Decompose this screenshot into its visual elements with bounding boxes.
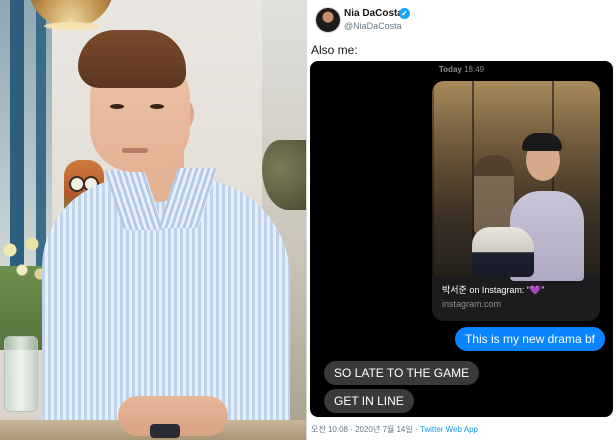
link-preview-image [432,81,600,281]
imessage-screenshot[interactable]: Today 18:49 박서준 on Instagram: “💜” instag… [310,61,613,417]
person-hat [522,133,562,151]
received-message-bubble[interactable]: GET IN LINE [324,389,414,413]
author-avatar[interactable] [315,7,341,33]
lamp-glow [44,22,100,30]
bag [472,227,534,277]
author-handle[interactable]: @NiaDaCosta [344,21,402,31]
tweet-text: Also me: [311,43,358,57]
link-title-text: 박서준 on Instagram: “ [442,285,530,295]
reflection-person [474,155,514,235]
received-message-bubble[interactable]: SO LATE TO THE GAME [324,361,480,385]
link-preview-domain: instagram.com [442,299,502,309]
link-preview-title: 박서준 on Instagram: “💜” [442,283,544,296]
mouth [122,148,148,153]
link-title-suffix: ” [541,285,545,295]
purple-heart-icon: 💜 [529,285,542,295]
sent-message-bubble[interactable]: This is my new drama bf [454,327,605,351]
tweet-card: Nia DaCosta ✓ @NiaDaCosta Also me: Today… [307,0,616,440]
tweet-source-link[interactable]: Twitter Web App [420,425,478,434]
message-timestamp: Today 18:49 [310,65,613,74]
tweet-footer: 오전 10:08 · 2020년 7월 14일 · Twitter Web Ap… [311,424,478,435]
portrait-photo [0,0,306,440]
eye [110,104,124,109]
glass-vase [4,336,38,412]
author-name[interactable]: Nia DaCosta [344,8,403,19]
timestamp-time: 18:49 [464,65,485,74]
eye [150,104,164,109]
hair [78,30,186,88]
timestamp-day: Today [438,65,462,74]
instagram-link-preview[interactable]: 박서준 on Instagram: “💜” instagram.com [432,81,600,321]
wristwatch [150,424,180,438]
verified-check-icon: ✓ [399,8,410,19]
tweet-timestamp: 오전 10:08 · 2020년 7월 14일 · [311,425,418,434]
